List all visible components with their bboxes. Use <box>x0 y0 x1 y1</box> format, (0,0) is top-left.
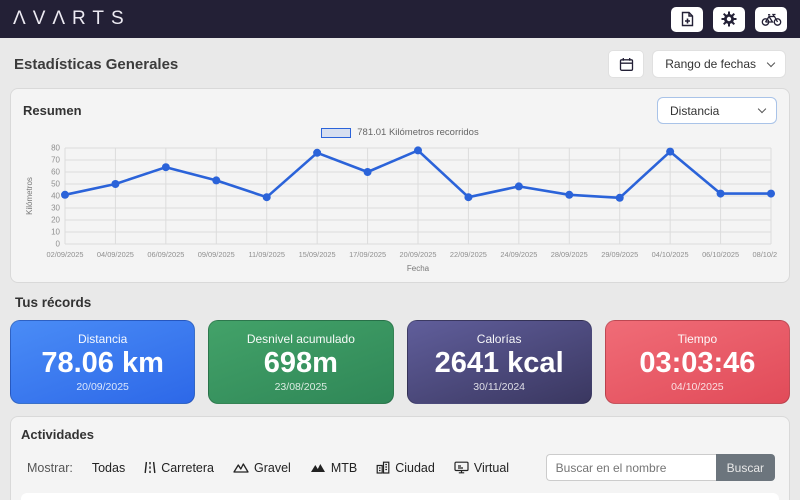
svg-text:17/09/2025: 17/09/2025 <box>349 250 386 259</box>
page-title: Estadísticas Generales <box>14 55 179 73</box>
record-value: 698m <box>263 346 338 379</box>
record-card-calories: Calorías 2641 kcal 30/11/2024 <box>406 320 592 404</box>
file-plus-icon <box>681 11 693 27</box>
record-date: 23/08/2025 <box>274 380 328 393</box>
summary-card-header: Resumen Distancia <box>23 97 777 124</box>
svg-text:04/09/2025: 04/09/2025 <box>97 250 134 259</box>
svg-text:02/09/2025: 02/09/2025 <box>47 250 84 259</box>
bikes-button[interactable] <box>755 6 787 32</box>
chart-legend[interactable]: 781.01 Kilómetros recorridos <box>23 127 777 138</box>
mountains-filled-icon <box>310 464 325 472</box>
record-label: Desnivel acumulado <box>246 331 355 346</box>
record-card-elevation: Desnivel acumulado 698m 23/08/2025 <box>208 320 394 404</box>
svg-text:04/10/2025: 04/10/2025 <box>652 250 689 259</box>
record-date: 04/10/2025 <box>671 380 724 393</box>
record-label: Calorías <box>476 331 522 346</box>
svg-text:24/09/2025: 24/09/2025 <box>500 250 537 259</box>
activities-title: Actividades <box>21 427 94 442</box>
summary-line-chart: 0 10 20 30 40 50 60 70 80 02/09/2025 04/09/2025 06/… <box>25 144 778 273</box>
record-card-time: Tiempo 03:03:46 04/10/2025 <box>604 320 790 404</box>
filter-item-label: Ciudad <box>395 460 435 475</box>
metric-select-value: Distancia <box>670 103 720 118</box>
gear-icon <box>721 11 737 27</box>
records-row: Distancia 78.06 km 20/09/2025 Desnivel a… <box>10 320 790 404</box>
svg-text:08/10/2025: 08/10/2025 <box>753 250 778 259</box>
record-card-distance: Distancia 78.06 km 20/09/2025 <box>10 320 196 404</box>
svg-text:06/09/2025: 06/09/2025 <box>147 250 184 259</box>
filter-item-label: Carretera <box>161 460 214 475</box>
record-value: 2641 kcal <box>434 346 564 379</box>
settings-button[interactable] <box>713 6 745 32</box>
svg-text:60: 60 <box>51 168 60 177</box>
main-content: Estadísticas Generales Rango de fechas R… <box>0 38 800 500</box>
activities-table-header: Fecha Nombre Distancia Tiempo Tipo <box>21 493 779 500</box>
svg-text:20/09/2025: 20/09/2025 <box>400 250 437 259</box>
activity-filters: Mostrar: Todas Carretera Gravel MTB Ciud… <box>27 454 775 481</box>
search-group: Buscar <box>545 454 775 481</box>
filter-virtual[interactable]: Virtual <box>454 461 509 475</box>
filter-carretera[interactable]: Carretera <box>144 461 214 475</box>
filter-item-label: MTB <box>330 460 358 475</box>
svg-text:09/09/2025: 09/09/2025 <box>198 250 235 259</box>
calendar-icon <box>619 57 633 71</box>
svg-text:20: 20 <box>51 216 60 225</box>
brand-logo: ΛVΛRTS <box>13 8 131 29</box>
filter-item-label: Gravel <box>254 460 291 475</box>
svg-text:40: 40 <box>51 192 60 201</box>
record-date: 20/09/2025 <box>76 380 129 393</box>
record-value: 03:03:46 <box>639 346 756 379</box>
navbar: ΛVΛRTS <box>0 0 800 38</box>
summary-title: Resumen <box>23 103 82 118</box>
legend-swatch-icon <box>321 127 352 138</box>
chevron-down-icon <box>757 104 767 114</box>
filter-gravel[interactable]: Gravel <box>233 461 291 475</box>
navbar-actions <box>671 6 787 32</box>
chevron-down-icon <box>766 58 776 67</box>
svg-text:29/09/2025: 29/09/2025 <box>601 250 638 259</box>
svg-text:22/09/2025: 22/09/2025 <box>450 250 487 259</box>
search-button[interactable]: Buscar <box>715 454 775 481</box>
svg-text:0: 0 <box>56 240 61 249</box>
road-icon <box>144 461 156 474</box>
filter-ciudad[interactable]: Ciudad <box>376 461 435 475</box>
summary-card: Resumen Distancia 781.01 Kilómetros reco… <box>10 88 790 283</box>
svg-text:30: 30 <box>51 204 60 213</box>
stats-header-row: Estadísticas Generales Rango de fechas <box>14 50 786 78</box>
svg-text:70: 70 <box>51 156 60 165</box>
filter-item-label: Virtual <box>473 460 510 475</box>
mountains-outline-icon <box>233 463 249 473</box>
svg-text:50: 50 <box>51 180 60 189</box>
svg-text:10: 10 <box>51 228 60 237</box>
activities-card: Actividades Mostrar: Todas Carretera Gra… <box>10 416 790 500</box>
record-label: Distancia <box>77 331 128 346</box>
svg-text:Kilómetros: Kilómetros <box>25 177 34 215</box>
bicycle-icon <box>761 13 781 26</box>
filter-label: Mostrar: <box>27 460 73 475</box>
date-range-select[interactable]: Rango de fechas <box>652 50 786 78</box>
dashboard-page: ΛVΛRTS Estadísticas Generales Rango de f… <box>0 0 800 500</box>
svg-text:80: 80 <box>51 144 60 153</box>
date-range-controls: Rango de fechas <box>608 50 786 78</box>
svg-text:06/10/2025: 06/10/2025 <box>702 250 739 259</box>
upload-activity-button[interactable] <box>671 6 703 32</box>
metric-select[interactable]: Distancia <box>657 97 777 124</box>
svg-text:11/09/2025: 11/09/2025 <box>248 250 284 259</box>
date-range-select-value: Rango de fechas <box>665 57 756 71</box>
calendar-button[interactable] <box>608 50 645 78</box>
svg-text:Fecha: Fecha <box>407 264 430 273</box>
search-input[interactable] <box>545 454 716 481</box>
filter-mtb[interactable]: MTB <box>310 461 357 475</box>
record-date: 30/11/2024 <box>473 380 526 393</box>
record-value: 78.06 km <box>41 346 164 379</box>
records-section-title: Tus récords <box>15 295 92 310</box>
svg-text:28/09/2025: 28/09/2025 <box>551 250 588 259</box>
filter-todas[interactable]: Todas <box>92 461 125 475</box>
svg-text:15/09/2025: 15/09/2025 <box>299 250 336 259</box>
monitor-icon <box>454 461 469 474</box>
record-label: Tiempo <box>677 331 718 346</box>
legend-label: 781.01 Kilómetros recorridos <box>357 127 479 138</box>
filter-item-label: Todas <box>91 460 126 475</box>
city-icon <box>376 461 390 474</box>
